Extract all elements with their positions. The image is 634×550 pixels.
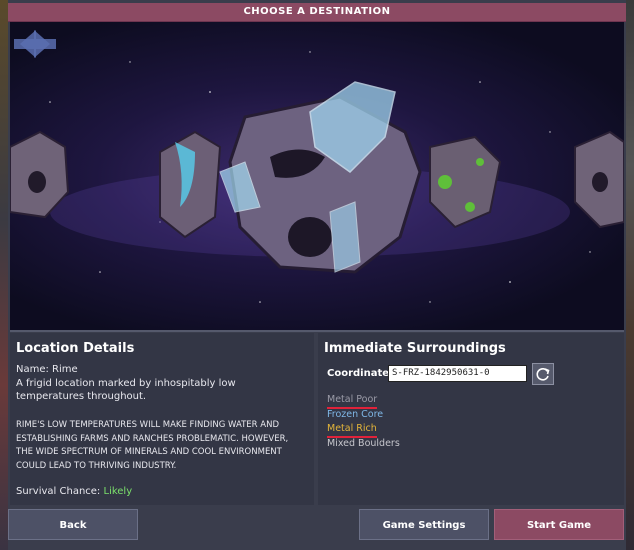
- background-edge-left: [0, 0, 8, 550]
- survival-value: Likely: [103, 486, 133, 497]
- location-details-panel: Location Details Name: Rime A frigid loc…: [10, 333, 314, 505]
- background-edge-right: [626, 0, 634, 550]
- start-game-button[interactable]: Start Game: [494, 509, 624, 540]
- back-button[interactable]: Back: [8, 509, 138, 540]
- survival-chance: Survival Chance: Likely: [16, 485, 132, 498]
- game-settings-button[interactable]: Game Settings: [359, 509, 489, 540]
- refresh-icon: [536, 368, 550, 381]
- location-details-text: RIME'S LOW TEMPERATURES WILL MAKE FINDIN…: [16, 420, 289, 471]
- location-details-heading: Location Details: [16, 341, 135, 356]
- trait-frozen-core: Frozen Core: [327, 408, 384, 420]
- trait-metal-poor: Metal Poor: [327, 393, 378, 409]
- location-name: Name: Rime: [16, 364, 78, 375]
- survival-label: Survival Chance:: [16, 486, 101, 497]
- surroundings-panel: Immediate Surroundings Coordinates: S-FR…: [318, 333, 624, 505]
- surroundings-heading: Immediate Surroundings: [324, 341, 506, 356]
- dialog-title: CHOOSE A DESTINATION: [8, 3, 626, 22]
- destination-dialog: CHOOSE A DESTINATION Location Details Na…: [8, 0, 626, 550]
- trait-mixed-boulders: Mixed Boulders: [327, 437, 400, 449]
- asteroid-illustration: [10, 51, 624, 303]
- trait-metal-rich: Metal Rich: [327, 422, 377, 438]
- trait-list: Metal Poor Frozen Core Metal Rich Mixed …: [327, 393, 400, 451]
- arrow-right-icon[interactable]: [10, 22, 54, 66]
- coordinates-field[interactable]: S-FRZ-1842950631-0: [388, 365, 527, 382]
- asteroid-preview: [10, 22, 624, 332]
- location-description: A frigid location marked by inhospitably…: [16, 378, 236, 402]
- refresh-button[interactable]: [532, 363, 554, 385]
- button-bar: Back Game Settings Start Game: [8, 509, 626, 550]
